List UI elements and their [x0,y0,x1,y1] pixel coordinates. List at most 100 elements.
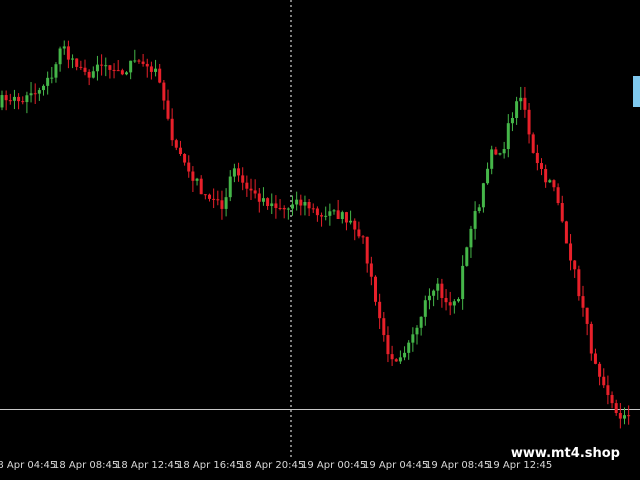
candle [249,178,253,200]
candle [614,399,618,416]
candle-body-up [270,203,274,207]
candle-body-up [465,247,469,266]
candle-body-down [564,221,568,244]
candle [573,260,577,278]
candle [187,155,191,178]
candle [382,312,386,342]
candle-body-up [498,153,502,155]
candle-body-up [519,97,523,102]
candle-body-down [307,202,311,209]
candle-body-up [623,415,626,419]
candle-body-down [100,64,104,66]
candle [311,203,315,213]
candle-body-down [137,60,141,62]
candle-body-down [166,100,170,119]
candle-body-down [33,93,37,95]
time-tick-label: 18 Apr 04:45 [0,460,57,471]
candle-body-up [349,220,353,223]
time-tick-label: 18 Apr 12:45 [115,460,181,471]
candle [278,199,282,211]
candle [324,206,328,221]
candle-body-down [253,190,257,194]
candle-body-down [444,297,448,303]
candle-body-down [21,101,25,103]
candle-body-down [382,318,386,336]
candle [390,345,394,366]
candle-body-up [423,300,427,317]
candle [79,60,83,71]
candle [515,96,519,125]
time-axis: 18 Apr 04:45 18 Apr 08:45 18 Apr 12:45 1… [0,458,640,480]
candle-body-down [581,296,585,308]
candle [527,103,531,144]
candle-body-up [510,117,514,124]
candle [33,83,37,105]
candle [585,307,589,336]
candle-body-up [407,342,411,353]
candle-body-down [178,147,182,155]
candle [411,327,415,352]
candle [427,288,431,310]
candle-body-down [569,243,573,261]
candle-body-down [187,162,191,172]
price-chart[interactable] [0,0,640,460]
candle-body-down [593,353,597,364]
candle-body-up [133,60,137,62]
candle [75,58,79,71]
candle [610,391,614,409]
candle [490,145,494,175]
candle [602,368,606,389]
candle [183,153,187,166]
candle-body-down [361,236,365,238]
candle-body-up [473,211,477,229]
candle [220,190,224,220]
candle [403,346,407,361]
candle [378,293,382,329]
candle-body-down [299,199,303,206]
candle [548,178,552,184]
candle [237,162,241,182]
candle [481,182,485,213]
candle [560,195,564,223]
candle [104,57,108,77]
candle [419,316,423,336]
candle-body-down [158,68,162,83]
candle [344,211,348,231]
candle [158,63,162,84]
candle [203,194,207,200]
candle [506,114,510,158]
candle [623,407,626,425]
candle-body-up [481,183,485,208]
candle [477,204,481,214]
candle-body-up [50,77,54,79]
candle [357,221,361,239]
candlestick-plot[interactable] [0,0,640,460]
candle-body-down [606,385,610,396]
candle [361,235,365,244]
candle [154,59,158,77]
candle [465,246,469,267]
candle [199,175,203,195]
candle [29,82,33,103]
candle [245,175,249,197]
candle [291,195,294,216]
candle [519,86,523,110]
candle [232,163,236,183]
candle-body-up [129,60,133,73]
candle [266,197,270,210]
candle [42,84,45,96]
candle-body-down [390,354,394,360]
candle-body-up [95,64,99,72]
candle-body-down [614,403,618,413]
candle-body-down [365,236,369,264]
candle-body-up [477,207,481,212]
candle-body-up [25,95,29,103]
candle-body-up [490,149,494,169]
candle-body-down [598,363,602,377]
candle-body-up [224,197,228,209]
candle [598,361,602,386]
candle-body-up [46,77,50,86]
candle-body-down [237,168,241,176]
candle [336,199,340,220]
candle-body-up [91,71,95,78]
